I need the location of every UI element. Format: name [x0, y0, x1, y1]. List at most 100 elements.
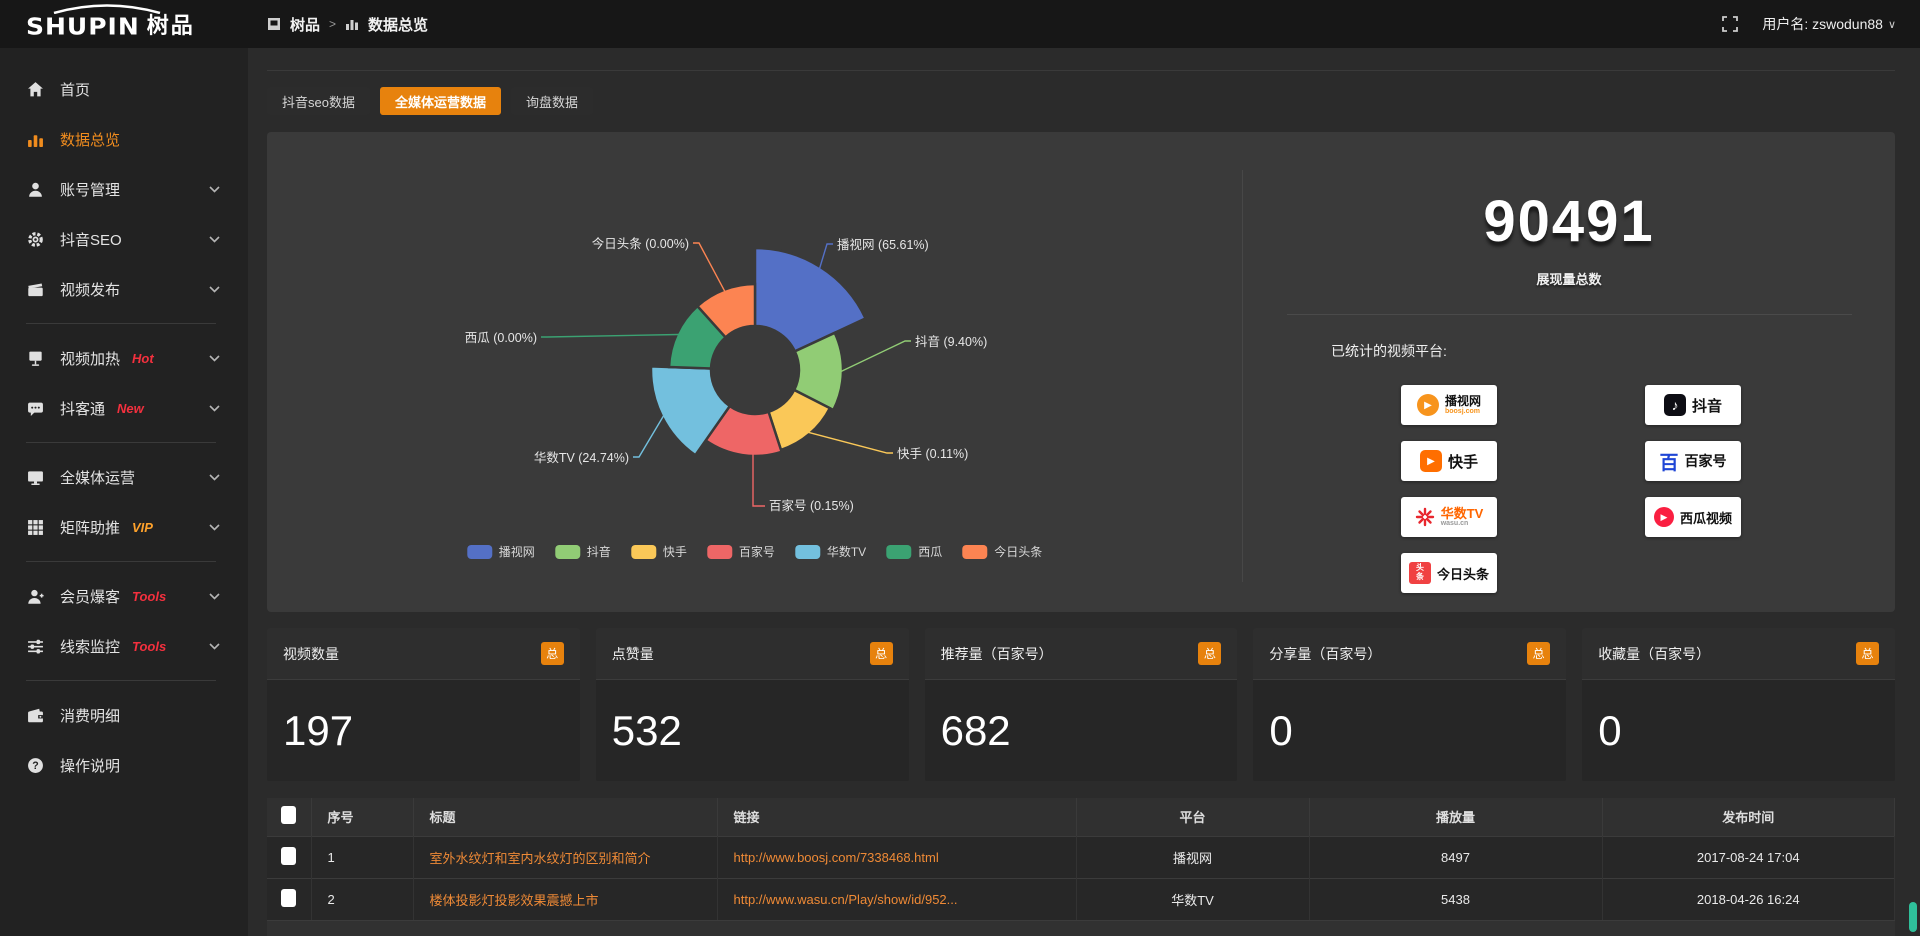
- home-icon: [26, 80, 44, 98]
- legend-swatch: [962, 545, 987, 559]
- tab-douyin-seo[interactable]: 抖音seo数据: [267, 87, 370, 115]
- sidebar-item-label: 首页: [60, 79, 90, 100]
- toutiao-icon: 头条: [1409, 562, 1431, 584]
- rose-pie-chart[interactable]: 播视网 (65.61%)抖音 (9.40%)快手 (0.11%)百家号 (0.1…: [267, 132, 1242, 612]
- sidebar-item-label: 矩阵助推: [60, 517, 120, 538]
- table-row-partial: [267, 920, 1895, 936]
- platform-badge-今日头条: 头条今日头条: [1401, 553, 1497, 593]
- select-all-checkbox-cell: [267, 798, 311, 836]
- breadcrumb-item-root[interactable]: 树品: [290, 14, 320, 35]
- stat-card-total-badge[interactable]: 总: [541, 642, 564, 665]
- legend-item-播视网[interactable]: 播视网: [467, 543, 535, 560]
- chevron-down-icon: [209, 593, 220, 600]
- pie-label-line: [541, 335, 679, 337]
- douyin-note-icon: ♪: [1664, 394, 1686, 416]
- legend-item-今日头条[interactable]: 今日头条: [962, 543, 1042, 560]
- sidebar-item-sliders[interactable]: 线索监控 Tools: [0, 621, 248, 671]
- stat-card-total-badge[interactable]: 总: [1527, 642, 1550, 665]
- sidebar-item-chart[interactable]: 数据总览: [0, 114, 248, 164]
- pie-label-line: [841, 341, 911, 372]
- sidebar-item-screen[interactable]: 视频加热 Hot: [0, 333, 248, 383]
- legend-swatch: [886, 545, 911, 559]
- help-icon: ?: [26, 756, 44, 774]
- legend-item-快手[interactable]: 快手: [631, 543, 687, 560]
- breadcrumb-item-current[interactable]: 数据总览: [368, 14, 428, 35]
- col-header-标题: 标题: [413, 798, 717, 836]
- cell-published: 2017-08-24 17:04: [1602, 836, 1895, 878]
- tab-inquiry[interactable]: 询盘数据: [511, 87, 593, 115]
- pie-label-line: [808, 432, 893, 453]
- pie-label-line: [753, 454, 765, 506]
- platform-badge-column: ▶播视网boosj.com▶快手华数TVwasu.cn头条今日头条: [1401, 385, 1497, 593]
- sidebar-divider: [26, 442, 216, 443]
- summary-section: 90491 展现量总数 已统计的视频平台: ▶播视网boosj.com▶快手华数…: [1243, 132, 1895, 612]
- legend-label: 今日头条: [994, 543, 1042, 560]
- grid-icon: [26, 518, 44, 536]
- row-checkbox-cell: [267, 836, 311, 878]
- tab-media-ops[interactable]: 全媒体运营数据: [380, 87, 501, 115]
- video-icon: [26, 280, 44, 298]
- chevron-down-icon: [209, 286, 220, 293]
- sidebar-item-label: 抖客通: [60, 398, 105, 419]
- breadcrumb: 树品 > 数据总览: [267, 14, 428, 35]
- scrollbar-thumb[interactable]: [1909, 902, 1917, 932]
- videos-table-wrap: 序号标题链接平台播放量发布时间 1室外水纹灯和室内水纹灯的区别和简介http:/…: [267, 798, 1895, 936]
- sliders-icon: [26, 637, 44, 655]
- cell-index: 1: [311, 836, 413, 878]
- cell-plays: 8497: [1309, 836, 1602, 878]
- sidebar-item-label: 会员爆客: [60, 586, 120, 607]
- legend-item-华数TV[interactable]: 华数TV: [795, 543, 866, 560]
- breadcrumb-separator: >: [329, 17, 336, 31]
- cell-title[interactable]: 室外水纹灯和室内水纹灯的区别和简介: [413, 836, 717, 878]
- monitor-icon: [26, 468, 44, 486]
- sidebar-item-gear[interactable]: 抖音SEO: [0, 214, 248, 264]
- sidebar-item-wallet[interactable]: 消费明细: [0, 690, 248, 740]
- baijiahao-icon: 百: [1659, 448, 1678, 475]
- sidebar-item-member[interactable]: 会员爆客 Tools: [0, 571, 248, 621]
- pie-label-line: [693, 243, 725, 292]
- cell-published: 2018-04-26 16:24: [1602, 878, 1895, 920]
- sidebar-item-grid[interactable]: 矩阵助推 VIP: [0, 502, 248, 552]
- fullscreen-icon[interactable]: [1722, 16, 1738, 32]
- cell-title[interactable]: 楼体投影灯投影效果震撼上市: [413, 878, 717, 920]
- legend-label: 抖音: [587, 543, 611, 560]
- topbar-right: 用户名: zswodun88 ∨: [1722, 14, 1920, 34]
- row-checkbox[interactable]: [281, 847, 296, 865]
- pie-label: 今日头条 (0.00%): [592, 236, 689, 251]
- legend-label: 西瓜: [918, 543, 942, 560]
- stat-card-total-badge[interactable]: 总: [870, 642, 893, 665]
- sidebar-item-home[interactable]: 首页: [0, 64, 248, 114]
- platform-badge-column: ♪抖音百百家号▶西瓜视频: [1645, 385, 1741, 593]
- legend-item-百家号[interactable]: 百家号: [707, 543, 775, 560]
- platform-badge-快手: ▶快手: [1401, 441, 1497, 481]
- stat-card: 视频数量 总 197: [267, 628, 580, 782]
- impressions-total: 90491: [1243, 188, 1895, 255]
- sidebar-item-video[interactable]: 视频发布: [0, 264, 248, 314]
- user-menu[interactable]: 用户名: zswodun88 ∨: [1762, 14, 1896, 34]
- col-header-链接: 链接: [717, 798, 1076, 836]
- legend-item-抖音[interactable]: 抖音: [555, 543, 611, 560]
- sidebar-item-monitor[interactable]: 全媒体运营: [0, 452, 248, 502]
- stat-card-total-badge[interactable]: 总: [1856, 642, 1879, 665]
- stat-card-value: 0: [1269, 707, 1292, 755]
- pie-label: 播视网 (65.61%): [837, 237, 929, 252]
- row-checkbox[interactable]: [281, 889, 296, 907]
- sidebar-item-user[interactable]: 账号管理: [0, 164, 248, 214]
- legend-swatch: [795, 545, 820, 559]
- stat-card-total-badge[interactable]: 总: [1198, 642, 1221, 665]
- video-link[interactable]: http://www.boosj.com/7338468.html: [734, 850, 939, 865]
- select-all-checkbox[interactable]: [281, 806, 296, 824]
- video-link[interactable]: http://www.wasu.cn/Play/show/id/952...: [734, 892, 958, 907]
- sidebar-item-chat[interactable]: 抖客通 New: [0, 383, 248, 433]
- main-content: 抖音seo数据 全媒体运营数据 询盘数据 播视网 (65.61%)抖音 (9.4…: [248, 0, 1920, 936]
- sidebar-divider: [26, 323, 216, 324]
- chat-icon: [26, 399, 44, 417]
- app-logo[interactable]: SHUPIN 树品: [0, 8, 248, 41]
- sidebar-item-help[interactable]: ? 操作说明: [0, 740, 248, 790]
- chevron-down-icon: ∨: [1888, 18, 1896, 31]
- stat-card: 推荐量（百家号） 总 682: [925, 628, 1238, 782]
- pie-slice-播视网[interactable]: [755, 248, 866, 351]
- videos-table: 序号标题链接平台播放量发布时间 1室外水纹灯和室内水纹灯的区别和简介http:/…: [267, 798, 1895, 920]
- legend-item-西瓜[interactable]: 西瓜: [886, 543, 942, 560]
- kuaishou-icon: ▶: [1420, 450, 1442, 472]
